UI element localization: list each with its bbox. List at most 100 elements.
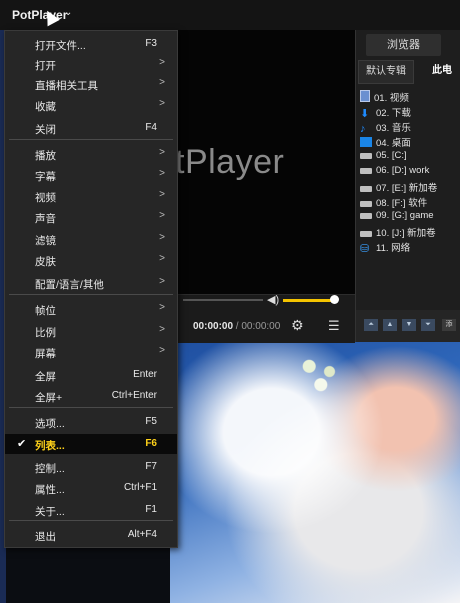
- menu-separator: [9, 294, 173, 295]
- menu-item-label: 打开: [35, 60, 56, 72]
- menu-item[interactable]: 比例 >: [5, 321, 177, 341]
- menu-item[interactable]: 全屏 Enter: [5, 365, 177, 385]
- menu-item[interactable]: 屏幕 >: [5, 342, 177, 362]
- menu-item[interactable]: 关于... F1: [5, 500, 177, 520]
- menu-item[interactable]: 控制... F7: [5, 457, 177, 477]
- menu-item[interactable]: 直播相关工具 >: [5, 74, 177, 94]
- submenu-arrow-icon: >: [159, 232, 165, 243]
- hamburger-menu-icon[interactable]: ☰: [328, 318, 340, 334]
- tree-item[interactable]: ♪ 03. 音乐: [360, 120, 460, 135]
- speaker-icon[interactable]: ◀): [267, 293, 279, 306]
- menu-item[interactable]: 字幕 >: [5, 165, 177, 185]
- tree-item-label: 04. 桌面: [376, 138, 411, 149]
- time-total: 00:00:00: [241, 321, 281, 332]
- menu-item[interactable]: 打开 >: [5, 54, 177, 74]
- add-button[interactable]: 添: [442, 319, 456, 331]
- menu-item-shortcut: Enter: [133, 369, 157, 380]
- menu-item-shortcut: Ctrl+F1: [123, 482, 157, 493]
- tree-item-label: 10. [J:] 新加卷: [376, 228, 436, 239]
- desktop-icon: [360, 137, 372, 147]
- tree-item[interactable]: 10. [J:] 新加卷: [360, 225, 460, 240]
- menu-item-label: 全屏: [35, 371, 56, 383]
- tree-item[interactable]: 09. [G:] game: [360, 210, 460, 225]
- move-up-icon[interactable]: ▲: [383, 319, 397, 331]
- tab-browser[interactable]: 浏览器: [366, 34, 441, 56]
- tree-item-label: 11. 网络: [376, 243, 411, 254]
- submenu-arrow-icon: >: [159, 276, 165, 287]
- control-bar: ◀) 00:00:00 / 00:00:00 ⚙ ☰: [173, 294, 355, 343]
- menu-item[interactable]: 关闭 F4: [5, 118, 177, 138]
- menu-item[interactable]: 全屏+ Ctrl+Enter: [5, 386, 177, 406]
- menu-item-shortcut: F3: [145, 38, 157, 49]
- move-top-icon[interactable]: ⏶: [364, 319, 378, 331]
- menu-item-shortcut: Alt+F4: [127, 529, 157, 540]
- menu-item-label: 选项...: [35, 418, 65, 430]
- menu-item-label: 列表...: [35, 440, 65, 452]
- menu-item[interactable]: 收藏 >: [5, 95, 177, 115]
- player-logo-text: tPlayer: [175, 143, 285, 181]
- network-icon: ⛁: [360, 243, 370, 255]
- chevron-down-icon[interactable]: ⌄: [64, 7, 72, 18]
- volume-slider-handle[interactable]: [330, 295, 340, 304]
- menu-item[interactable]: 属性... Ctrl+F1: [5, 478, 177, 498]
- menu-item[interactable]: 皮肤 >: [5, 250, 177, 270]
- context-menu: 打开文件... F3 打开 > 直播相关工具 > 收藏 > 关闭 F4 播放 > 字幕 > 视频 > 声音 > 滤镜…: [4, 30, 178, 548]
- menu-item-label: 关闭: [35, 124, 56, 136]
- menu-item[interactable]: 帧位 >: [5, 299, 177, 319]
- video-folder-icon: [360, 90, 370, 102]
- tree-item[interactable]: 08. [F:] 软件: [360, 195, 460, 210]
- menu-item-shortcut: F7: [145, 461, 157, 472]
- download-icon: ⬇: [360, 108, 370, 120]
- time-display: 00:00:00 / 00:00:00: [193, 321, 280, 332]
- volume-slider[interactable]: [283, 299, 337, 302]
- tree-item-label: 06. [D:] work: [376, 165, 430, 176]
- tree-item[interactable]: 04. 桌面: [360, 135, 460, 150]
- tree-item-label: 02. 下载: [376, 108, 411, 119]
- submenu-arrow-icon: >: [159, 147, 165, 158]
- playlist-panel: 浏览器 默认专辑 此电 01. 视频 ⬇ 02. 下载 ♪ 03. 音乐 04. 桌面 05…: [355, 30, 460, 342]
- tree-item-label: 03. 音乐: [376, 123, 411, 134]
- panel-toolbar: ⏶ ▲ ▼ ⏷ 添: [356, 310, 460, 342]
- tab-default-album[interactable]: 默认专辑: [358, 60, 414, 84]
- tree-item-label: 07. [E:] 新加卷: [376, 183, 438, 194]
- gear-icon[interactable]: ⚙: [291, 317, 304, 334]
- menu-item[interactable]: 退出 Alt+F4: [5, 525, 177, 545]
- submenu-arrow-icon: >: [159, 98, 165, 109]
- menu-item-label: 皮肤: [35, 256, 56, 268]
- menu-item-label: 收藏: [35, 101, 56, 113]
- tree-item-label: 05. [C:]: [376, 150, 407, 161]
- menu-item[interactable]: 声音 >: [5, 207, 177, 227]
- tree-item[interactable]: ⬇ 02. 下载: [360, 105, 460, 120]
- menu-item-label: 配置/语言/其他: [35, 279, 104, 291]
- menu-item-label: 打开文件...: [35, 40, 86, 52]
- tree-item[interactable]: 01. 视频: [360, 90, 460, 105]
- submenu-arrow-icon: >: [159, 302, 165, 313]
- move-down-icon[interactable]: ▼: [402, 319, 416, 331]
- menu-item[interactable]: ✔ 列表... F6: [5, 434, 177, 454]
- menu-item[interactable]: 播放 >: [5, 144, 177, 164]
- menu-item-label: 退出: [35, 531, 56, 543]
- menu-item-label: 直播相关工具: [35, 80, 98, 92]
- background-photo: [170, 340, 460, 603]
- menu-item-label: 滤镜: [35, 235, 56, 247]
- menu-item[interactable]: 选项... F5: [5, 412, 177, 432]
- file-tree: 01. 视频 ⬇ 02. 下载 ♪ 03. 音乐 04. 桌面 05. [C:] 06. [D…: [360, 90, 460, 255]
- menu-item-label: 帧位: [35, 305, 56, 317]
- tree-item[interactable]: 05. [C:]: [360, 150, 460, 165]
- move-bottom-icon[interactable]: ⏷: [421, 319, 435, 331]
- menu-item[interactable]: 视频 >: [5, 186, 177, 206]
- menu-item-label: 全屏+: [35, 392, 63, 404]
- tree-item[interactable]: ⛁ 11. 网络: [360, 240, 460, 255]
- tab-this-pc[interactable]: 此电: [432, 60, 452, 82]
- menu-item[interactable]: 打开文件... F3: [5, 34, 177, 54]
- tree-item[interactable]: 07. [E:] 新加卷: [360, 180, 460, 195]
- menu-item[interactable]: 滤镜 >: [5, 229, 177, 249]
- tree-item[interactable]: 06. [D:] work: [360, 165, 460, 180]
- drive-icon: [360, 168, 372, 174]
- drive-icon: [360, 201, 372, 207]
- title-bar[interactable]: PotPlayer ⌄: [0, 0, 460, 30]
- submenu-arrow-icon: >: [159, 77, 165, 88]
- tree-item-label: 01. 视频: [374, 93, 409, 104]
- seek-bar[interactable]: [183, 299, 263, 301]
- menu-item[interactable]: 配置/语言/其他 >: [5, 273, 177, 293]
